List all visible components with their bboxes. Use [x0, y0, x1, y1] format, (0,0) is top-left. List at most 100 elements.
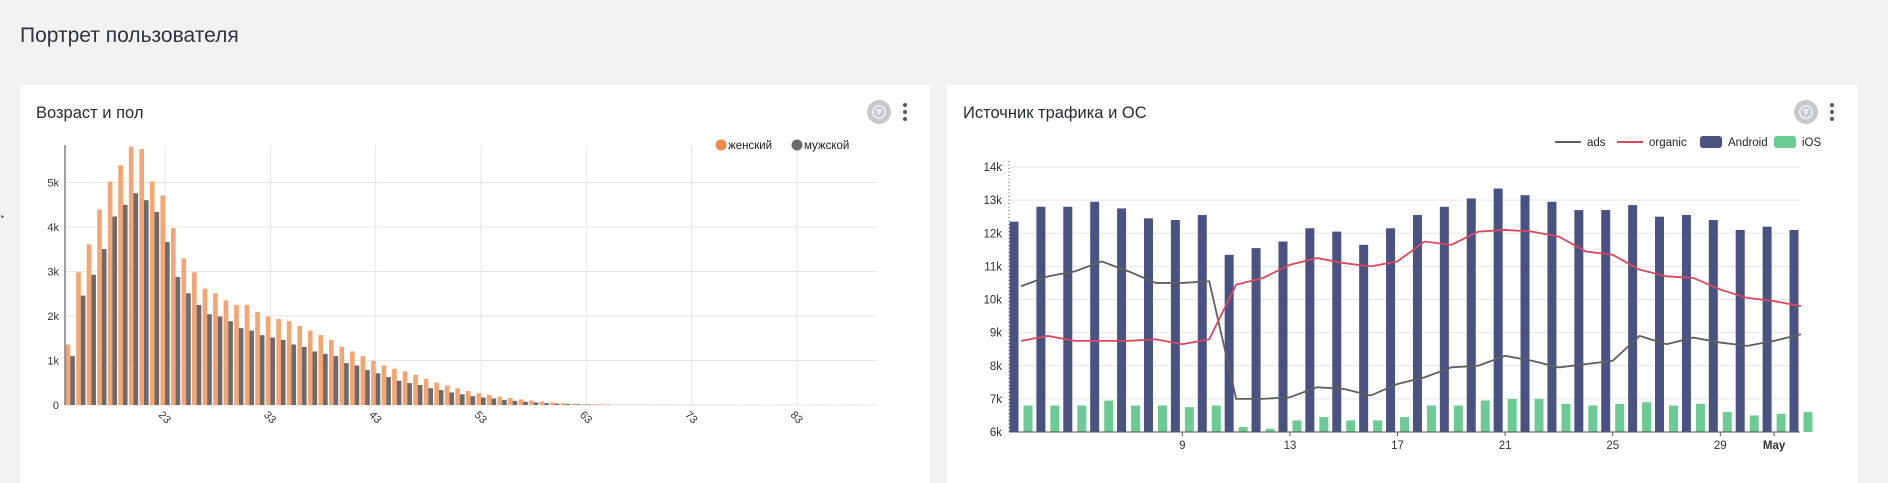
- legend-label-ads: ads: [1587, 137, 1606, 149]
- y-tick-label: 1k: [47, 356, 59, 368]
- legend-marker-male: [791, 139, 803, 151]
- bar-female: [465, 391, 471, 405]
- bar-android: [1386, 228, 1396, 432]
- bar-female: [244, 304, 250, 405]
- bar-male: [344, 363, 349, 405]
- bar-male: [512, 400, 518, 405]
- legend-label-male: мужской: [804, 140, 849, 152]
- bar-female: [265, 316, 271, 405]
- bar-female: [170, 228, 176, 405]
- y-tick-label: 7k: [990, 394, 1002, 406]
- bar-female: [444, 385, 450, 405]
- bar-male: [438, 390, 444, 405]
- bar-android: [1224, 254, 1234, 432]
- page-title: Портрет пользователя: [20, 24, 239, 47]
- bar-male: [375, 373, 381, 405]
- traffic-os-card: Источник трафика и ОС 6k 7k 8k 9k 10k 11k 12k 1…: [947, 85, 1857, 483]
- bar-ios: [1400, 417, 1410, 432]
- bar-female: [76, 272, 81, 405]
- bar-female: [592, 404, 597, 405]
- bar-male: [396, 380, 402, 405]
- bar-ios: [1776, 413, 1786, 432]
- bar-male: [428, 388, 434, 405]
- bar-ios: [1507, 398, 1517, 432]
- bar-female: [307, 330, 313, 405]
- legend-label-android: Android: [1728, 137, 1768, 149]
- x-tick-label: 23: [156, 409, 173, 426]
- y-tick-label: 3k: [47, 267, 59, 279]
- y-tick-label: 9k: [990, 328, 1002, 340]
- bar-ios: [1077, 405, 1087, 432]
- bar-female: [371, 360, 376, 405]
- bar-male: [238, 328, 244, 405]
- bar-male: [207, 314, 212, 405]
- bar-android: [1197, 215, 1207, 432]
- bar-female: [139, 149, 144, 405]
- y-tick-label: 4k: [47, 222, 59, 234]
- bar-female: [350, 351, 355, 405]
- age-gender-chart: 0 1k 2k 3k 4k 5k 23 33 43 53 63 73 83 женский мужской: [47, 139, 876, 426]
- bar-female: [255, 311, 260, 405]
- bar-ios: [1104, 400, 1114, 432]
- bar-female: [581, 404, 587, 405]
- legend-marker-ios: [1774, 136, 1796, 148]
- bar-male: [217, 316, 223, 405]
- bar-male: [165, 242, 170, 405]
- bar-male: [133, 193, 139, 405]
- bar-female: [423, 378, 429, 405]
- bar-male: [481, 397, 486, 405]
- bar-female: [328, 339, 334, 405]
- bar-female: [529, 400, 534, 405]
- bar-male: [312, 351, 318, 405]
- bar-android: [1601, 210, 1611, 432]
- bar-female: [318, 335, 324, 405]
- bar-male: [249, 330, 254, 405]
- bar-ios: [1319, 417, 1329, 432]
- bar-female: [107, 181, 113, 405]
- bar-female: [276, 318, 281, 405]
- bar-ios: [1588, 405, 1598, 432]
- bar-male: [407, 383, 412, 405]
- bar-male: [575, 404, 581, 405]
- x-tick-label: 33: [261, 409, 278, 426]
- x-tick-label: 29: [1714, 440, 1727, 452]
- bar-female: [213, 293, 218, 405]
- y-tick-label: 0: [53, 400, 59, 412]
- x-tick-label: 21: [1499, 440, 1512, 452]
- bar-female: [392, 368, 397, 405]
- bar-male: [354, 365, 360, 405]
- bar-male: [533, 402, 539, 405]
- bar-female: [149, 181, 155, 405]
- bar-ios: [1749, 415, 1759, 432]
- bar-android: [1117, 208, 1127, 432]
- legend-label-female: женский: [728, 140, 772, 152]
- bar-male: [70, 356, 75, 405]
- bar-female: [507, 398, 513, 405]
- y-tick-label: 10k: [983, 295, 1002, 307]
- bar-female: [86, 244, 92, 405]
- bar-ios: [1561, 403, 1571, 432]
- bar-male: [523, 401, 528, 405]
- bar-ios: [1426, 405, 1436, 432]
- y-tick-label: 6k: [990, 427, 1002, 439]
- bar-female: [413, 374, 418, 405]
- bar-male: [449, 392, 455, 405]
- bar-ios: [1453, 405, 1463, 432]
- y-tick-label: 8k: [990, 361, 1002, 373]
- y-tick-label: 2k: [47, 311, 59, 323]
- bar-female: [339, 346, 345, 405]
- bar-android: [1628, 205, 1638, 432]
- bar-male: [112, 216, 118, 405]
- bar-male: [544, 403, 549, 405]
- bar-ios: [1615, 403, 1625, 432]
- bar-male: [470, 396, 476, 405]
- sidebar-edge-marker: ‣: [0, 212, 6, 222]
- bar-male: [143, 200, 149, 405]
- bar-male: [280, 339, 286, 405]
- x-tick-label: 43: [366, 409, 383, 426]
- bar-android: [1681, 215, 1691, 432]
- bar-android: [1143, 218, 1153, 432]
- legend-label-organic: organic: [1649, 137, 1687, 149]
- bar-female: [402, 371, 408, 405]
- bar-ios: [1023, 405, 1033, 432]
